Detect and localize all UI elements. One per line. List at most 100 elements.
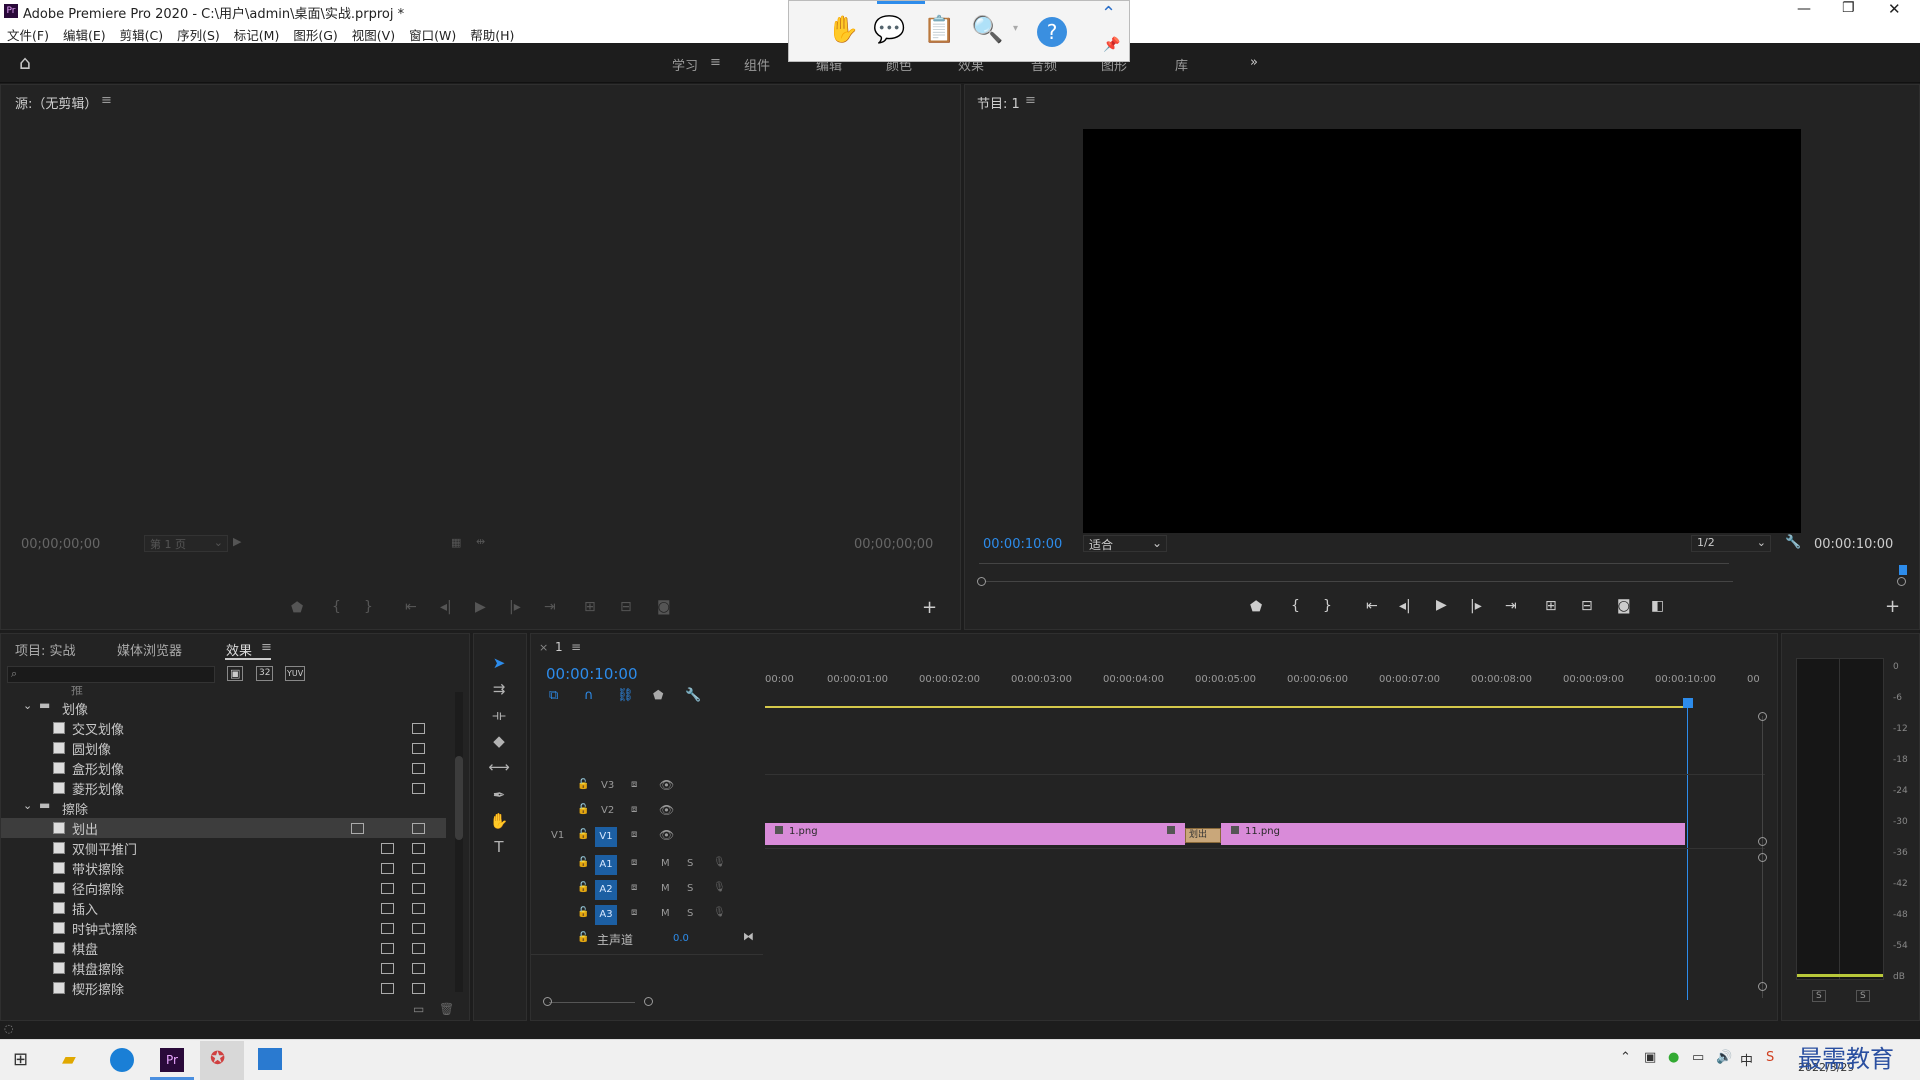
program-time-ruler[interactable] <box>979 563 1729 573</box>
windows-start-icon[interactable]: ⊞ <box>13 1049 28 1070</box>
photos-icon[interactable] <box>258 1048 282 1070</box>
effects-search-input[interactable]: ⌕ <box>7 666 215 683</box>
menu-clip[interactable]: 剪辑(C) <box>120 25 163 44</box>
effects-menu-icon[interactable]: ≡ <box>261 640 272 655</box>
mark-in-icon[interactable]: { <box>1291 598 1300 614</box>
marker-icon[interactable]: ⬟ <box>1250 599 1262 615</box>
go-to-in-icon[interactable]: ⇤ <box>1366 598 1378 614</box>
go-to-out-icon[interactable]: ⇥ <box>544 599 556 615</box>
program-menu-icon[interactable]: ≡ <box>1025 93 1036 108</box>
mic-icon[interactable]: 🎙 <box>713 857 726 868</box>
clip-transition-left[interactable] <box>1157 823 1185 845</box>
solo-left-button[interactable]: S <box>1812 990 1826 1002</box>
timeline-settings-icon[interactable]: 🔧 <box>685 688 701 703</box>
premiere-taskbar-icon[interactable]: Pr <box>160 1048 184 1072</box>
wrench-icon[interactable]: 🔧 <box>1785 535 1801 550</box>
mute-button[interactable]: M <box>661 858 670 869</box>
add-marker-icon[interactable]: ⬟ <box>653 688 663 702</box>
snap-icon[interactable]: ∩ <box>584 688 594 703</box>
lock-icon[interactable]: 🔓 <box>577 932 589 943</box>
effects-item[interactable]: 盒形划像 <box>1 758 446 778</box>
zoom-handle-right[interactable] <box>1897 577 1906 586</box>
timeline-playhead-head[interactable] <box>1683 698 1693 708</box>
export-frame-icon[interactable]: ◙ <box>1617 598 1631 614</box>
workspace-menu-icon[interactable]: ≡ <box>710 55 721 70</box>
effects-folder[interactable]: ⌄ ▬ 擦除 <box>1 798 446 818</box>
sync-lock-icon[interactable]: ⧈ <box>631 857 637 868</box>
go-to-out-icon[interactable]: ⇥ <box>1505 598 1517 614</box>
sync-lock-icon[interactable]: ⧈ <box>631 804 637 815</box>
program-timecode[interactable]: 00:00:10:00 <box>983 537 1062 552</box>
track-select-tool-icon[interactable]: ⇉ <box>488 678 510 700</box>
minimize-icon[interactable]: — <box>1797 1 1811 17</box>
chevron-down-icon[interactable]: ⌄ <box>23 799 32 812</box>
track-label[interactable]: A1 <box>595 855 617 875</box>
step-back-icon[interactable]: ◂| <box>440 599 452 615</box>
lock-icon[interactable]: 🔓 <box>577 804 589 815</box>
ime-icon[interactable]: 中 <box>1740 1050 1753 1069</box>
tray-app-icon[interactable]: S <box>1766 1050 1774 1065</box>
pin-icon[interactable]: 📌 <box>1103 37 1120 53</box>
go-to-in-icon[interactable]: ⇤ <box>405 599 417 615</box>
program-playhead[interactable] <box>1899 565 1907 575</box>
hzoom-handle-right[interactable] <box>644 997 653 1006</box>
go-to-end-icon[interactable]: ⧓ <box>743 930 754 943</box>
sequence-tab[interactable]: 1 <box>555 640 563 654</box>
master-volume[interactable]: 0.0 <box>673 933 689 944</box>
sync-lock-icon[interactable]: ⧈ <box>631 882 637 893</box>
track-label[interactable]: V1 <box>595 827 617 847</box>
effects-item[interactable]: 棋盘擦除 <box>1 958 446 978</box>
track-label[interactable]: A3 <box>595 905 617 925</box>
tab-project[interactable]: 项目: 实战 <box>15 640 76 659</box>
step-forward-icon[interactable]: |▸ <box>1470 598 1482 614</box>
work-area-bar[interactable] <box>765 706 1685 708</box>
tray-security-icon[interactable]: ● <box>1668 1050 1679 1065</box>
effects-item[interactable]: 插入 <box>1 898 446 918</box>
eye-icon[interactable]: 👁 <box>659 828 674 842</box>
solo-button[interactable]: S <box>687 883 693 894</box>
zoom-search-icon[interactable]: 🔍 <box>971 15 1003 45</box>
play-icon[interactable]: ▶ <box>475 599 486 615</box>
menu-sequence[interactable]: 序列(S) <box>177 25 220 44</box>
extract-icon[interactable]: ⊟ <box>1581 598 1593 614</box>
effects-item[interactable]: 径向擦除 <box>1 878 446 898</box>
clip-1[interactable]: 1.png <box>765 823 1157 845</box>
menu-help[interactable]: 帮助(H) <box>470 25 514 44</box>
workspace-libraries[interactable]: 库 <box>1175 55 1188 74</box>
edge-browser-icon[interactable] <box>110 1048 134 1072</box>
add-button-icon[interactable]: + <box>922 597 937 618</box>
effects-item[interactable]: 双侧平推门 <box>1 838 446 858</box>
workspace-assembly[interactable]: 组件 <box>744 55 770 74</box>
mute-button[interactable]: M <box>661 908 670 919</box>
tab-effects[interactable]: 效果 <box>226 640 252 659</box>
menu-edit[interactable]: 编辑(E) <box>63 25 106 44</box>
delete-icon[interactable]: 🗑 <box>439 1002 454 1016</box>
nest-icon[interactable]: ⧉ <box>549 688 558 703</box>
slip-tool-icon[interactable]: ⟷ <box>488 756 510 778</box>
fit-select[interactable]: 适合 ⌄ <box>1083 535 1167 552</box>
dropdown-arrow-icon[interactable]: ▾ <box>1013 23 1018 34</box>
effects-item[interactable]: 圆划像 <box>1 738 446 758</box>
solo-right-button[interactable]: S <box>1856 990 1870 1002</box>
volume-icon[interactable]: 🔊 <box>1716 1050 1732 1065</box>
marker-icon[interactable]: ⬟ <box>291 600 303 616</box>
source-patch[interactable]: V1 <box>551 830 564 841</box>
zoom-handle-left[interactable] <box>977 577 986 586</box>
menu-window[interactable]: 窗口(W) <box>409 25 456 44</box>
lift-icon[interactable]: ⊞ <box>1545 598 1557 614</box>
more-workspaces-icon[interactable]: » <box>1250 55 1258 70</box>
source-page-select[interactable]: 第 1 页 ⌄ <box>144 535 228 552</box>
scroll-thumb[interactable] <box>455 756 463 840</box>
effects-item[interactable]: 棋盘 <box>1 938 446 958</box>
mark-out-icon[interactable]: } <box>1323 598 1332 614</box>
effects-item[interactable]: 菱形划像 <box>1 778 446 798</box>
fit-icon[interactable]: ⇹ <box>476 535 485 548</box>
chevron-down-icon[interactable]: ⌄ <box>23 699 32 712</box>
menu-view[interactable]: 视图(V) <box>352 25 395 44</box>
hzoom-handle-left[interactable] <box>543 997 552 1006</box>
yuv-filter-icon[interactable]: YUV <box>285 666 306 681</box>
file-explorer-icon[interactable]: ▰ <box>62 1049 76 1070</box>
lock-icon[interactable]: 🔓 <box>577 779 589 790</box>
solo-button[interactable]: S <box>687 858 693 869</box>
clip-2[interactable]: 11.png <box>1221 823 1685 845</box>
